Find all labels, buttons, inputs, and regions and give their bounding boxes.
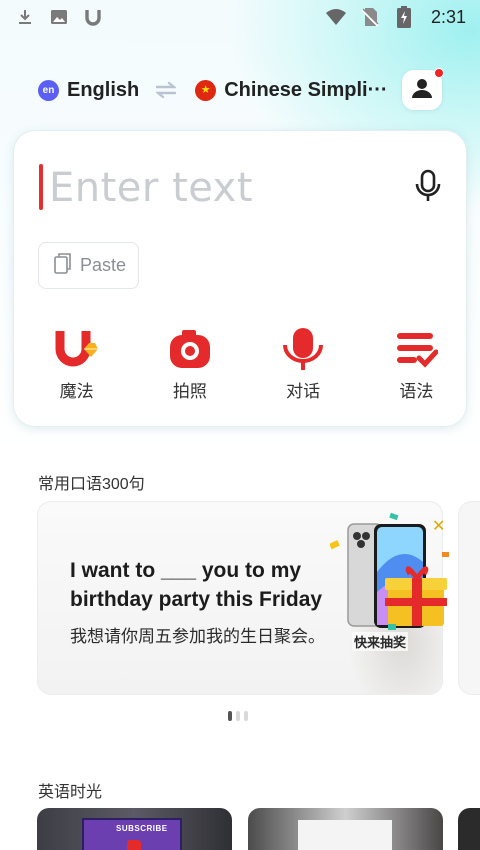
clipboard-icon [54, 252, 72, 279]
conversation-mic-icon [280, 327, 326, 371]
target-language-selector[interactable]: ★ Chinese Simpli··· [195, 78, 388, 102]
tool-grammar[interactable]: 语法 [365, 327, 468, 402]
tool-label: 对话 [286, 382, 321, 401]
tool-label: 拍照 [172, 382, 207, 401]
user-icon [410, 76, 434, 105]
video-thumbnail-peek[interactable] [458, 808, 480, 850]
image-icon [48, 6, 70, 28]
source-language-label: English [67, 78, 140, 101]
phrase-english-line: birthday party this Friday [70, 588, 323, 611]
wifi-icon [325, 6, 347, 28]
subscribe-banner: SUBSCRIBE [82, 818, 182, 850]
video-section-title: 英语时光 [38, 784, 103, 801]
swap-arrows-icon[interactable] [155, 79, 177, 101]
video-thumbnail[interactable]: SUBSCRIBE [37, 808, 232, 850]
phrases-section-title: 常用口语300句 [38, 476, 145, 493]
magic-u-icon [54, 327, 100, 371]
app-u-icon [82, 6, 104, 28]
app-logo-icon [127, 840, 141, 850]
tool-conversation[interactable]: 对话 [252, 327, 355, 402]
paste-label: Paste [80, 255, 127, 275]
paste-button[interactable]: Paste [38, 242, 139, 289]
video-screen-preview [298, 820, 392, 850]
phrase-english-line: I want to ___ you to my [70, 559, 302, 582]
next-phrase-card-peek[interactable] [458, 501, 480, 695]
microphone-icon[interactable] [412, 169, 444, 203]
tool-label: 魔法 [59, 382, 94, 401]
text-cursor [39, 164, 43, 210]
translate-input-card: Enter text Paste 魔法 拍照 对话 语法 [13, 130, 467, 427]
no-sim-icon [359, 6, 381, 28]
carousel-pagination [228, 711, 248, 721]
china-flag-icon: ★ [195, 79, 217, 101]
download-icon [14, 6, 36, 28]
notification-dot [434, 68, 444, 78]
phrase-chinese: 我想请你周五参加我的生日聚会。 [70, 627, 325, 646]
close-icon[interactable]: ✕ [432, 516, 445, 536]
status-bar: 2:31 [0, 0, 480, 34]
lottery-promo-widget[interactable]: ✕ 快来抽奖 [329, 512, 450, 654]
battery-charging-icon [393, 6, 415, 28]
profile-button[interactable] [402, 68, 444, 110]
target-language-label: Chinese Simpli··· [224, 78, 388, 101]
tool-magic[interactable]: 魔法 [25, 327, 128, 402]
tool-label: 语法 [399, 382, 434, 401]
clock: 2:31 [430, 6, 466, 27]
subscribe-text: SUBSCRIBE [116, 824, 168, 833]
video-thumbnail[interactable] [248, 808, 443, 850]
source-language-badge: en [38, 79, 59, 101]
source-language-selector[interactable]: en English [38, 79, 139, 102]
phrase-english: I want to ___ you to my birthday party t… [70, 556, 360, 614]
pagination-dot [236, 711, 240, 721]
promo-label: 快来抽奖 [352, 632, 409, 651]
pagination-dot-active [228, 711, 232, 721]
text-input[interactable]: Enter text [49, 165, 253, 211]
camera-icon [167, 327, 213, 371]
pagination-dot [244, 711, 248, 721]
tool-camera[interactable]: 拍照 [138, 327, 241, 402]
language-bar: en English ★ Chinese Simpli··· [38, 70, 448, 110]
grammar-check-icon [393, 327, 439, 371]
tool-row: 魔法 拍照 对话 语法 [14, 327, 468, 402]
